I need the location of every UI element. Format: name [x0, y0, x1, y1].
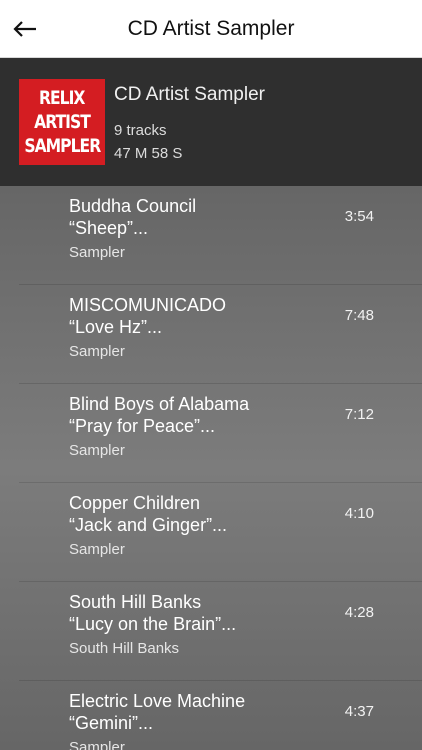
track-album: Sampler	[69, 541, 125, 558]
track-album: Sampler	[69, 442, 125, 459]
track-list: Buddha Council “Sheep”... Sampler 3:54 M…	[0, 186, 422, 750]
track-duration: 4:28	[344, 604, 374, 621]
top-navigation-bar: CD Artist Sampler	[0, 0, 422, 58]
track-artist: MISCOMUNICADO	[69, 295, 226, 315]
track-title: “Love Hz”...	[69, 317, 163, 337]
album-art-line-2: ARTIST	[34, 111, 91, 133]
track-album: Sampler	[69, 343, 125, 360]
album-title: CD Artist Sampler	[114, 84, 265, 105]
track-row[interactable]: South Hill Banks “Lucy on the Brain”... …	[0, 582, 422, 681]
track-album: Sampler	[69, 739, 125, 750]
track-duration: 4:37	[344, 703, 374, 720]
track-row[interactable]: Blind Boys of Alabama “Pray for Peace”..…	[0, 384, 422, 483]
track-row[interactable]: Electric Love Machine “Gemini”... Sample…	[0, 681, 422, 750]
track-row[interactable]: Buddha Council “Sheep”... Sampler 3:54	[0, 186, 422, 285]
track-row[interactable]: Copper Children “Jack and Ginger”... Sam…	[0, 483, 422, 582]
page-title: CD Artist Sampler	[127, 17, 295, 40]
track-title: “Pray for Peace”...	[69, 416, 216, 436]
album-track-count: 9 tracks	[114, 122, 167, 139]
track-title: “Jack and Ginger”...	[69, 515, 228, 535]
album-cover-art[interactable]: RELIX ARTIST SAMPLER	[19, 79, 105, 165]
track-artist: South Hill Banks	[69, 592, 202, 612]
track-album: Sampler	[69, 244, 125, 261]
album-duration: 47 M 58 S	[114, 145, 183, 162]
track-duration: 7:12	[344, 406, 374, 423]
track-title: “Gemini”...	[69, 713, 154, 733]
track-title: “Lucy on the Brain”...	[69, 614, 237, 634]
track-duration: 3:54	[344, 208, 374, 225]
track-row[interactable]: MISCOMUNICADO “Love Hz”... Sampler 7:48	[0, 285, 422, 384]
track-artist: Blind Boys of Alabama	[69, 394, 250, 414]
track-duration: 4:10	[344, 505, 374, 522]
album-art-line-3: SAMPLER	[24, 135, 101, 157]
track-artist: Copper Children	[69, 493, 201, 513]
track-duration: 7:48	[344, 307, 374, 324]
track-album: South Hill Banks	[69, 640, 180, 657]
album-art-line-1: RELIX	[39, 87, 85, 109]
track-artist: Buddha Council	[69, 196, 197, 216]
track-title: “Sheep”...	[69, 218, 149, 238]
track-artist: Electric Love Machine	[69, 691, 246, 711]
